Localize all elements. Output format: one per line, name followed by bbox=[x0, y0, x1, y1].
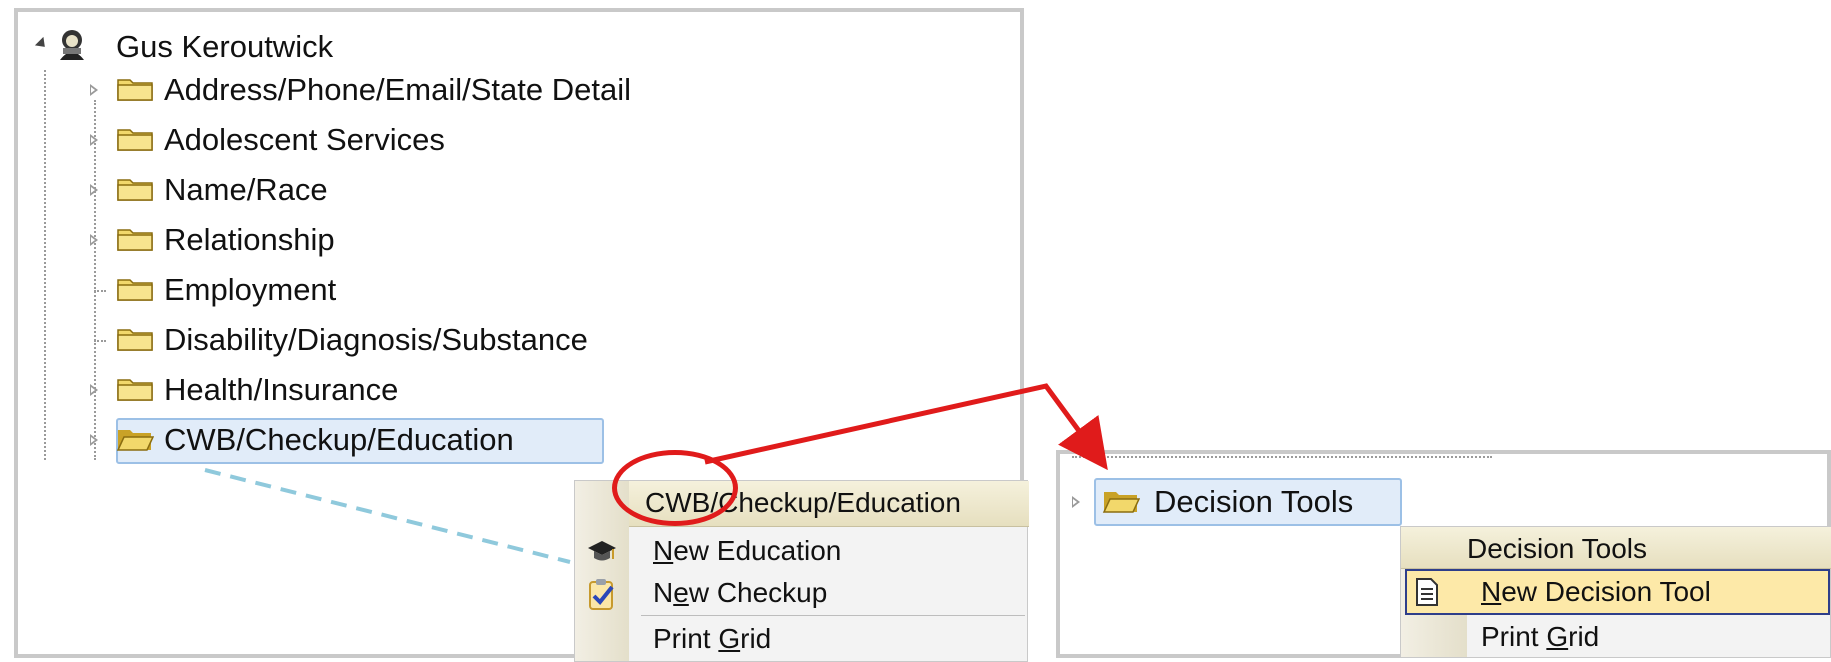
graduation-cap-icon bbox=[587, 537, 617, 567]
tree-node-label[interactable]: CWB/Checkup/Education bbox=[164, 420, 514, 460]
annotation-circle bbox=[612, 450, 738, 526]
tree-expander[interactable] bbox=[90, 134, 98, 146]
menu-item-new-decision-tool[interactable]: New Decision Tool bbox=[1481, 572, 1711, 612]
tree-node-label[interactable]: Adolescent Services bbox=[164, 120, 445, 160]
tree-guide-line bbox=[44, 70, 46, 460]
user-icon bbox=[54, 26, 90, 62]
tree-root-expander[interactable] bbox=[34, 36, 50, 52]
folder-icon bbox=[116, 276, 154, 302]
folder-icon bbox=[116, 176, 154, 202]
tree-node-label[interactable]: Relationship bbox=[164, 220, 335, 260]
folder-icon bbox=[116, 76, 154, 102]
tree-node-label[interactable]: Employment bbox=[164, 270, 336, 310]
tree-expander[interactable] bbox=[90, 184, 98, 196]
menu-separator bbox=[641, 615, 1025, 616]
menu-item-print-grid[interactable]: Print Grid bbox=[1481, 617, 1599, 657]
folder-icon bbox=[116, 126, 154, 152]
context-menu-header: Decision Tools bbox=[1401, 527, 1831, 569]
tree-guide-line bbox=[94, 340, 106, 342]
tree-guide-line bbox=[94, 290, 106, 292]
tree-expander[interactable] bbox=[90, 234, 98, 246]
tree-node-label[interactable]: Disability/Diagnosis/Substance bbox=[164, 320, 588, 360]
tree-node-label[interactable]: Name/Race bbox=[164, 170, 328, 210]
tree-root-label[interactable]: Gus Keroutwick bbox=[116, 27, 333, 67]
menu-item-new-education[interactable]: New Education bbox=[653, 531, 841, 571]
document-icon bbox=[1415, 577, 1439, 607]
tree-expander[interactable] bbox=[90, 434, 98, 446]
menu-item-print-grid[interactable]: Print Grid bbox=[653, 619, 771, 659]
tree-expander[interactable] bbox=[90, 384, 98, 396]
folder-icon bbox=[116, 376, 154, 402]
tree-panel-left: Gus Keroutwick Address/Phone/Email/State… bbox=[14, 8, 1029, 662]
tree-guide-line bbox=[94, 100, 96, 460]
tree-guide-line bbox=[1072, 456, 1492, 458]
folder-open-icon bbox=[116, 426, 154, 452]
folder-icon bbox=[116, 226, 154, 252]
context-menu-decision-tools: Decision Tools New Decision Tool Print G… bbox=[1400, 526, 1831, 658]
tree-expander[interactable] bbox=[90, 84, 98, 96]
checklist-icon bbox=[587, 577, 617, 611]
tree-node-label[interactable]: Address/Phone/Email/State Detail bbox=[164, 70, 631, 110]
tree-expander[interactable] bbox=[1072, 496, 1080, 508]
tree-node-label[interactable]: Health/Insurance bbox=[164, 370, 398, 410]
tree-panel-right: Decision Tools Decision Tools New Decisi… bbox=[1056, 450, 1831, 658]
folder-open-icon bbox=[1102, 488, 1140, 514]
menu-item-new-checkup[interactable]: New Checkup bbox=[653, 573, 827, 613]
tree-node-decision-tools[interactable]: Decision Tools bbox=[1154, 482, 1353, 522]
folder-icon bbox=[116, 326, 154, 352]
